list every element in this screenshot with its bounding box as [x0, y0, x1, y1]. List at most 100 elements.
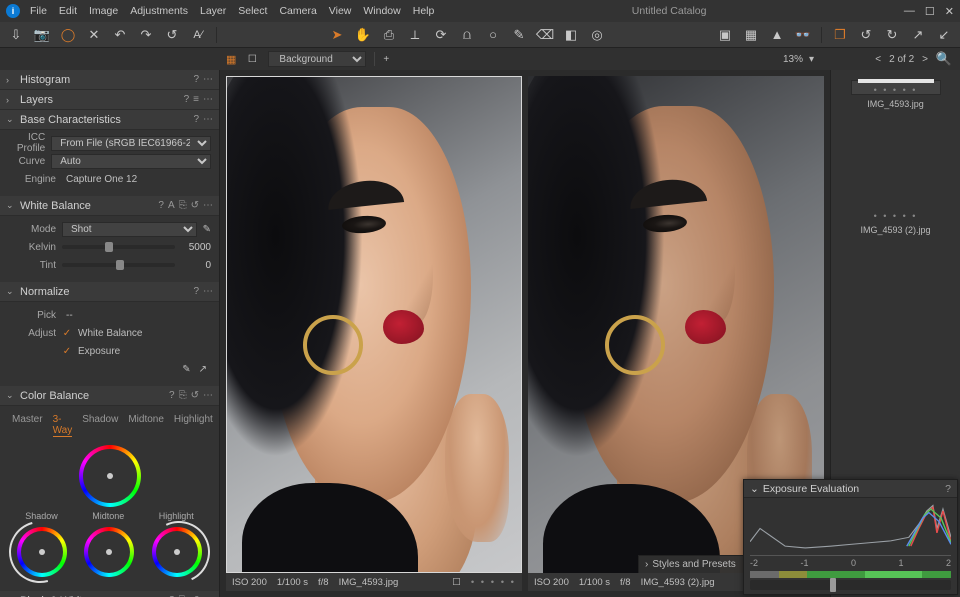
cursor-icon[interactable]: ➤ [329, 27, 345, 43]
menu-image[interactable]: Image [89, 5, 118, 17]
crop-icon[interactable]: ⟂ [407, 27, 423, 43]
thumb-rating[interactable]: • • • • • [874, 211, 918, 221]
help-icon[interactable]: ? [184, 94, 190, 105]
gradient-icon[interactable]: ◧ [563, 27, 579, 43]
rating-box[interactable]: ☐ [452, 577, 461, 588]
exposure-eval-header[interactable]: ⌄ Exposure Evaluation ? [744, 480, 957, 498]
help-icon[interactable]: ? [193, 286, 199, 297]
focus-mask-icon[interactable]: 👓 [795, 27, 811, 43]
menu-view[interactable]: View [329, 5, 352, 17]
cb-tab-shadow[interactable]: Shadow [82, 414, 118, 437]
menu-select[interactable]: Select [238, 5, 267, 17]
exposure-checkbox[interactable]: ✓ [62, 346, 72, 356]
more-icon[interactable]: ⋯ [203, 94, 213, 105]
grid-icon[interactable]: ▦ [743, 27, 759, 43]
more-icon[interactable]: ⋯ [203, 200, 213, 211]
normalize-header[interactable]: ⌄ Normalize ?⋯ [0, 282, 219, 302]
histogram-header[interactable]: › Histogram ?⋯ [0, 70, 219, 90]
viewer-pane-left[interactable]: ISO 200 1/100 s f/8 IMG_4593.jpg ☐ • • •… [226, 76, 522, 591]
color-balance-header[interactable]: ⌄ Color Balance ?⎘↺⋯ [0, 386, 219, 406]
kelvin-slider[interactable] [62, 245, 175, 249]
wb-checkbox[interactable]: ✓ [62, 328, 72, 338]
undo-icon[interactable]: ↶ [112, 27, 128, 43]
tint-slider[interactable] [62, 263, 175, 267]
compare-icon[interactable]: ▣ [717, 27, 733, 43]
cancel-icon[interactable]: ✕ [86, 27, 102, 43]
hand-icon[interactable]: ✋ [355, 27, 371, 43]
window-maximize-icon[interactable]: ☐ [925, 5, 935, 18]
cb-tab-master[interactable]: Master [12, 414, 43, 437]
help-icon[interactable]: ? [193, 74, 199, 85]
base-characteristics-header[interactable]: ⌄ Base Characteristics ?⋯ [0, 110, 219, 130]
menu-layer[interactable]: Layer [200, 5, 226, 17]
window-minimize-icon[interactable]: — [904, 5, 915, 18]
reset-icon[interactable]: ↺ [191, 390, 199, 401]
viewer-single-icon[interactable]: ☐ [244, 51, 260, 67]
normalize-apply-icon[interactable]: ↗ [199, 364, 207, 375]
cb-tab-midtone[interactable]: Midtone [128, 414, 164, 437]
reset-icon[interactable]: ↺ [191, 200, 199, 211]
menu-window[interactable]: Window [363, 5, 400, 17]
more-icon[interactable]: ⋯ [203, 114, 213, 125]
rating-dots[interactable]: • • • • • [471, 577, 516, 588]
radial-icon[interactable]: ◎ [589, 27, 605, 43]
master-wheel[interactable] [79, 445, 141, 507]
thumbnail-item[interactable]: • • • • • IMG_4593 (2).jpg [851, 113, 941, 235]
rotate-ccw-icon[interactable]: ↺ [858, 27, 874, 43]
more-icon[interactable]: ⋯ [203, 390, 213, 401]
import-icon[interactable]: ⇩ [8, 27, 24, 43]
window-close-icon[interactable]: ✕ [945, 5, 954, 18]
thumb-rating[interactable]: • • • • • [874, 85, 918, 95]
warning-icon[interactable]: ▲ [769, 27, 785, 43]
tools-panel[interactable]: › Histogram ?⋯ › Layers ?≡⋯ ⌄ Base Chara… [0, 70, 220, 597]
preset-icon[interactable]: ≡ [193, 94, 199, 105]
picker-icon[interactable]: ✎ [203, 224, 211, 235]
add-layer-icon[interactable]: + [383, 54, 389, 65]
more-icon[interactable]: ⋯ [203, 286, 213, 297]
arrow-ne-icon[interactable]: ↗ [910, 27, 926, 43]
rotate-tool-icon[interactable]: ⟳ [433, 27, 449, 43]
reset-icon[interactable]: ↺ [164, 27, 180, 43]
brush-icon[interactable]: ✎ [511, 27, 527, 43]
wb-mode-select[interactable]: Shot [62, 222, 197, 237]
cb-tab-highlight[interactable]: Highlight [174, 414, 213, 437]
normalize-picker-icon[interactable]: ✎ [182, 364, 190, 375]
spot-icon[interactable]: ○ [485, 27, 501, 43]
thumbnail-image[interactable] [860, 113, 932, 207]
menu-edit[interactable]: Edit [59, 5, 77, 17]
help-icon[interactable]: ? [169, 390, 175, 401]
exposure-slider[interactable] [750, 580, 951, 590]
white-balance-header[interactable]: ⌄ White Balance ? A ⎘ ↺ ⋯ [0, 196, 219, 216]
keystone-icon[interactable]: ⩍ [459, 27, 475, 43]
kelvin-value[interactable]: 5000 [181, 242, 211, 253]
prev-image-icon[interactable]: < [875, 54, 881, 65]
copy-icon[interactable]: ⎘ [179, 200, 187, 211]
help-icon[interactable]: ? [945, 483, 951, 495]
multi-view-icon[interactable]: ❐ [832, 27, 848, 43]
auto-icon[interactable]: A [168, 200, 175, 211]
arrow-sw-icon[interactable]: ↙ [936, 27, 952, 43]
tint-value[interactable]: 0 [181, 260, 211, 271]
next-image-icon[interactable]: > [922, 54, 928, 65]
layer-select[interactable]: Background [268, 51, 366, 67]
copy-icon[interactable]: ⎘ [179, 390, 187, 401]
menu-help[interactable]: Help [413, 5, 435, 17]
thumbnail-item[interactable]: • • • • • IMG_4593.jpg [851, 80, 941, 95]
exposure-evaluation-panel[interactable]: ⌄ Exposure Evaluation ? -2 -1 0 1 2 [743, 479, 958, 595]
black-white-header[interactable]: › Black & White ?⎘↺⋯ [0, 591, 219, 597]
droplet-icon[interactable]: ◯ [60, 27, 76, 43]
annotate-icon[interactable]: A⁄ [190, 27, 206, 43]
export-icon[interactable]: ⎙ [381, 27, 397, 43]
midtone-wheel[interactable] [84, 527, 134, 577]
zoom-dropdown-icon[interactable]: ▾ [809, 54, 814, 65]
search-icon[interactable]: 🔍 [936, 51, 952, 67]
cb-tab-3way[interactable]: 3-Way [53, 414, 73, 437]
redo-icon[interactable]: ↷ [138, 27, 154, 43]
viewer-grid-icon[interactable]: ▦ [226, 53, 236, 66]
curve-select[interactable]: Auto [51, 154, 211, 169]
help-icon[interactable]: ? [193, 114, 199, 125]
rotate-cw-icon[interactable]: ↻ [884, 27, 900, 43]
layers-header[interactable]: › Layers ?≡⋯ [0, 90, 219, 110]
icc-profile-select[interactable]: From File (sRGB IEC61966-2.1) [51, 136, 211, 151]
preview-image-left[interactable] [226, 76, 522, 573]
